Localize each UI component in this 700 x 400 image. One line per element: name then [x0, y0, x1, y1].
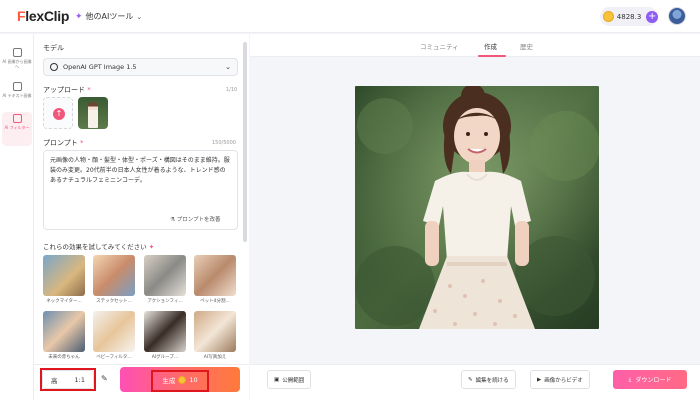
effect-label: AIグループ... [151, 355, 179, 360]
woman-figure [88, 102, 98, 128]
effect-label: アクションフィ... [147, 299, 183, 304]
download-button[interactable]: ⤓ ダウンロード [613, 370, 687, 389]
other-ai-tools-menu[interactable]: ✦ 他のAIツール ⌄ [75, 11, 142, 22]
filter-icon [12, 114, 22, 123]
image-icon: ▣ [274, 376, 280, 383]
prompt-count: 150/5000 [212, 140, 236, 146]
upload-label: アップロード * [43, 86, 91, 94]
image-icon [12, 48, 22, 57]
video-icon: ▶ [537, 376, 542, 383]
flexclip-logo[interactable]: FlexClip [17, 8, 69, 24]
effect-thumbnail[interactable] [93, 311, 135, 352]
public-scope-button[interactable]: ▣ 公開範囲 [267, 370, 312, 389]
effect-thumbnail[interactable] [144, 255, 186, 296]
top-bar: FlexClip ✦ 他のAIツール ⌄ 4828.3 + [0, 0, 700, 33]
prompt-text: 元画像の人物・顔・髪型・体型・ポーズ・構図はそのまま維持。服装のみ変更。20代前… [50, 157, 230, 184]
effect-label: ベビーフィルタ... [96, 355, 132, 360]
add-credits-button[interactable]: + [646, 10, 658, 23]
generated-image[interactable] [355, 86, 599, 329]
upload-icon: ↑ [53, 108, 65, 120]
credits-value: 4828.3 [616, 12, 642, 21]
rail-item-ai-filter[interactable]: AI フィルター [2, 112, 32, 146]
avatar[interactable] [668, 7, 686, 25]
effect-label: ペット4分割... [200, 299, 230, 304]
model-label: モデル [43, 44, 64, 52]
effect-thumbnail[interactable] [194, 255, 236, 296]
download-icon: ⤓ [628, 375, 632, 383]
active-tab-indicator [478, 55, 506, 57]
continue-edit-button[interactable]: ✎ 編集を続ける [461, 370, 516, 389]
ai-tools-label: 他のAIツール [85, 12, 134, 21]
effect-label: ネックマイター... [46, 299, 82, 304]
rail-item-image-to-image[interactable]: AI 画像から画像へ [2, 46, 32, 69]
upload-button[interactable]: ↑ [43, 97, 73, 129]
effect-label: AI写真加え [203, 355, 227, 360]
tab-create[interactable]: 作成 [484, 41, 497, 51]
upload-count: 1/10 [226, 87, 238, 93]
left-rail: AI 画像から画像へ AI テキスト画像 AI フィルター [0, 34, 34, 400]
improve-prompt-button[interactable]: ⚗ プロンプトを改善 [170, 215, 221, 223]
credits-badge[interactable]: 4828.3 + [600, 7, 658, 26]
highlight-box [151, 370, 209, 392]
prompt-label: プロンプト * [43, 139, 84, 147]
coin-icon [603, 11, 614, 22]
magic-icon: ⚗ [170, 217, 175, 223]
panel-scrollbar[interactable] [243, 42, 247, 242]
effect-thumbnail[interactable] [194, 311, 236, 352]
openai-icon [50, 63, 58, 71]
effect-thumbnail[interactable] [43, 255, 85, 296]
edit-icon[interactable]: ✎ [101, 374, 108, 383]
image-to-video-button[interactable]: ▶ 画像からビデオ [530, 370, 590, 389]
effects-title: これらの効果を試してみてください ✦ [43, 243, 155, 251]
model-select[interactable]: OpenAI GPT Image 1.5 ⌄ [43, 58, 238, 76]
view-tabs [250, 34, 700, 57]
text-image-icon [12, 82, 22, 91]
rail-item-text-to-image[interactable]: AI テキスト画像 [2, 80, 32, 98]
chevron-down-icon: ⌄ [225, 63, 231, 71]
effect-thumbnail[interactable] [43, 311, 85, 352]
tab-history[interactable]: 歴史 [520, 41, 533, 51]
sparkle-icon: ✦ [75, 11, 83, 22]
highlight-box [40, 368, 96, 391]
tab-community[interactable]: コミュニティ [420, 41, 459, 51]
chevron-down-icon: ⌄ [136, 12, 143, 21]
uploaded-image-thumbnail[interactable] [78, 97, 108, 129]
sparkle-icon: ✦ [148, 243, 155, 251]
effect-label: 未来の赤ちゃん [48, 355, 80, 360]
edit-icon: ✎ [468, 376, 473, 383]
effect-thumbnail[interactable] [144, 311, 186, 352]
model-value: OpenAI GPT Image 1.5 [63, 63, 137, 71]
effect-label: ステックセット... [96, 299, 132, 304]
effect-thumbnail[interactable] [93, 255, 135, 296]
